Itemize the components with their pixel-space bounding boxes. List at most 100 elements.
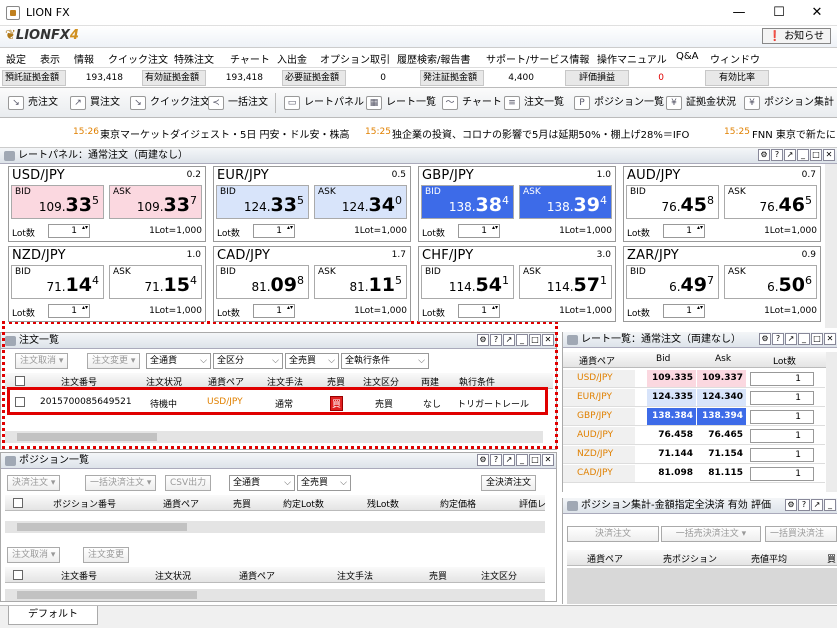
col-order-type[interactable]: 注文区分 xyxy=(481,569,517,582)
ask-quote[interactable]: ASK 109.337 xyxy=(109,185,202,219)
settings-icon[interactable]: ⚙ xyxy=(785,499,797,511)
lot-stepper[interactable]: 1 xyxy=(458,304,500,318)
menu-item-info[interactable]: 情報 xyxy=(74,51,94,66)
settle-order-change-button[interactable]: 注文変更 xyxy=(83,547,130,563)
rate-list-button[interactable]: ▦ レート一覧 xyxy=(364,94,436,112)
rate-panel-scrollbar[interactable] xyxy=(825,164,837,328)
order-list-button[interactable]: ≡ 注文一覧 xyxy=(502,94,564,112)
bid-quote[interactable]: BID 71.144 xyxy=(11,265,104,299)
settings-icon[interactable]: ⚙ xyxy=(759,333,771,345)
minimize-icon[interactable]: _ xyxy=(824,499,836,511)
ask-price[interactable]: 138.394 xyxy=(697,408,746,425)
col-order-number[interactable]: 注文番号 xyxy=(61,569,97,582)
bulk-buy-settle-button[interactable]: 一括買決済注 xyxy=(765,526,837,542)
bid-quote[interactable]: BID 76.458 xyxy=(626,185,719,219)
menu-item-option[interactable]: オプション取引 xyxy=(320,51,390,66)
bid-price[interactable]: 124.335 xyxy=(647,389,696,406)
pin-icon[interactable]: ↗ xyxy=(503,454,515,466)
pin-icon[interactable]: ↗ xyxy=(785,333,797,345)
position-currency-filter[interactable]: 全通貨 xyxy=(229,475,295,491)
col-exec-price[interactable]: 約定価格 xyxy=(440,497,476,510)
menu-item-chart[interactable]: チャート xyxy=(230,51,270,66)
col-sell-position[interactable]: 売ポジション xyxy=(663,552,717,565)
help-icon[interactable]: ? xyxy=(798,499,810,511)
news-headline[interactable]: 独企業の投資、コロナの影響で5月は延期50%・棚上げ28%＝IFO xyxy=(392,126,689,141)
col-lot[interactable]: Lot数 xyxy=(773,354,796,367)
ask-quote[interactable]: ASK 6.506 xyxy=(724,265,817,299)
minimize-icon[interactable]: _ xyxy=(798,333,810,345)
help-icon[interactable]: ? xyxy=(771,149,783,161)
maximize-icon[interactable]: □ xyxy=(810,149,822,161)
summary-settle-button[interactable]: 決済注文 xyxy=(567,526,659,542)
scroll-thumb[interactable] xyxy=(17,523,187,531)
ask-price[interactable]: 124.340 xyxy=(697,389,746,406)
news-headline[interactable]: FNN 東京で新たに xyxy=(752,126,836,141)
minimize-icon[interactable]: _ xyxy=(797,149,809,161)
bid-quote[interactable]: BID 124.335 xyxy=(216,185,309,219)
menu-item-special-order[interactable]: 特殊注文 xyxy=(174,51,214,66)
chart-button[interactable]: 〜チャート xyxy=(440,94,502,112)
bid-quote[interactable]: BID 6.497 xyxy=(626,265,719,299)
col-order-status[interactable]: 注文状況 xyxy=(155,569,191,582)
lot-stepper[interactable]: 1 xyxy=(48,224,90,238)
position-hscrollbar[interactable] xyxy=(5,521,545,533)
help-icon[interactable]: ? xyxy=(772,333,784,345)
lot-stepper[interactable]: 1 xyxy=(48,304,90,318)
col-pair[interactable]: 通貨ペア xyxy=(587,552,623,565)
select-all-checkbox[interactable] xyxy=(13,498,23,508)
help-icon[interactable]: ? xyxy=(490,454,502,466)
menu-item-deposit[interactable]: 入出金 xyxy=(277,51,307,66)
rate-list-row[interactable]: GBP/JPY 138.384 138.394 1 xyxy=(563,408,825,426)
ask-price[interactable]: 81.115 xyxy=(697,465,746,482)
col-pair[interactable]: 通貨ペア xyxy=(579,354,615,367)
ask-price[interactable]: 109.337 xyxy=(697,370,746,387)
rate-list-row[interactable]: USD/JPY 109.335 109.337 1 xyxy=(563,370,825,388)
col-position-number[interactable]: ポジション番号 xyxy=(53,497,116,510)
ask-quote[interactable]: ASK 76.465 xyxy=(724,185,817,219)
maximize-button[interactable]: ☐ xyxy=(764,3,794,23)
bid-price[interactable]: 138.384 xyxy=(647,408,696,425)
col-currency-pair[interactable]: 通貨ペア xyxy=(163,497,199,510)
ask-quote[interactable]: ASK 114.571 xyxy=(519,265,612,299)
bid-quote[interactable]: BID 81.098 xyxy=(216,265,309,299)
lot-stepper[interactable]: 1 xyxy=(458,224,500,238)
rate-list-row[interactable]: EUR/JPY 124.335 124.340 1 xyxy=(563,389,825,407)
rate-list-row[interactable]: NZD/JPY 71.144 71.154 1 xyxy=(563,446,825,464)
bid-price[interactable]: 109.335 xyxy=(647,370,696,387)
bid-quote[interactable]: BID 114.541 xyxy=(421,265,514,299)
settle-order-button[interactable]: 決済注文 ▾ xyxy=(7,475,61,491)
settle-order-cancel-button[interactable]: 注文取消 ▾ xyxy=(7,547,61,563)
menu-item-qa[interactable]: Q&A xyxy=(676,51,699,62)
close-icon[interactable]: ✕ xyxy=(823,149,835,161)
col-ask[interactable]: Ask xyxy=(715,354,731,364)
menu-item-history[interactable]: 履歴検索/報告書 xyxy=(397,51,470,66)
col-buy[interactable]: 買 xyxy=(827,552,836,565)
bid-quote[interactable]: BID 109.335 xyxy=(11,185,104,219)
lot-stepper[interactable]: 1 xyxy=(750,410,814,424)
close-icon[interactable]: ✕ xyxy=(824,333,836,345)
maximize-icon[interactable]: □ xyxy=(529,454,541,466)
sell-order-button[interactable]: ↘ 売注文 xyxy=(6,94,58,112)
bid-price[interactable]: 81.098 xyxy=(647,465,696,482)
bid-price[interactable]: 76.458 xyxy=(647,427,696,444)
position-list-button[interactable]: P ポジション一覧 xyxy=(572,94,664,112)
maximize-icon[interactable]: □ xyxy=(811,333,823,345)
rate-list-row[interactable]: AUD/JPY 76.458 76.465 1 xyxy=(563,427,825,445)
col-currency-pair[interactable]: 通貨ペア xyxy=(239,569,275,582)
menu-item-view[interactable]: 表示 xyxy=(40,51,60,66)
col-exec-lot[interactable]: 約定Lot数 xyxy=(283,497,324,510)
lot-stepper[interactable]: 1 xyxy=(253,304,295,318)
lot-stepper[interactable]: 1 xyxy=(750,391,814,405)
bid-price[interactable]: 71.144 xyxy=(647,446,696,463)
position-summary-button[interactable]: ¥ ポジション集計 xyxy=(742,94,834,112)
notice-button[interactable]: ❗ お知らせ xyxy=(761,28,831,44)
margin-status-button[interactable]: ¥ 証拠金状況 xyxy=(664,94,736,112)
ask-quote[interactable]: ASK 71.154 xyxy=(109,265,202,299)
menu-item-manual[interactable]: 操作マニュアル xyxy=(597,51,667,66)
rate-list-row[interactable]: CAD/JPY 81.098 81.115 1 xyxy=(563,465,825,483)
select-all-checkbox[interactable] xyxy=(13,570,23,580)
ask-quote[interactable]: ASK 81.115 xyxy=(314,265,407,299)
bulk-order-button[interactable]: ≺ 一括注文 xyxy=(206,94,268,112)
quick-order-button[interactable]: ↘ クイック注文 xyxy=(128,94,210,112)
settings-icon[interactable]: ⚙ xyxy=(477,454,489,466)
